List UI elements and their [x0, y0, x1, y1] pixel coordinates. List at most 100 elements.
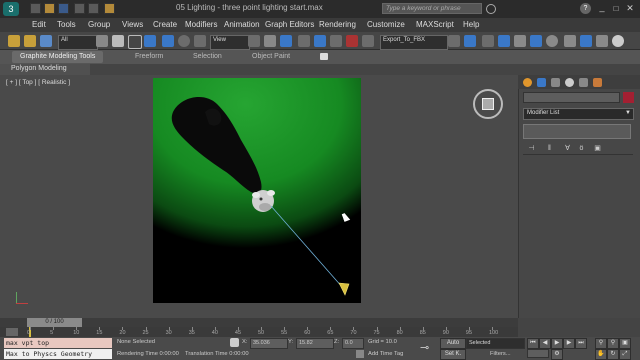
search-input[interactable]: Type a keyword or phrase: [382, 3, 482, 14]
pan-icon[interactable]: ✋: [595, 349, 607, 360]
modifier-stack[interactable]: [523, 124, 631, 139]
time-slider[interactable]: 0 / 100: [0, 318, 518, 327]
snaps-toggle-icon[interactable]: [298, 35, 310, 47]
selection-filter-dropdown[interactable]: All: [58, 35, 98, 50]
make-unique-icon[interactable]: ∀: [563, 144, 572, 153]
render-teapot-icon[interactable]: [612, 35, 624, 47]
menu-edit[interactable]: Edit: [32, 20, 46, 29]
select-move-icon[interactable]: [162, 35, 174, 47]
current-frame-field[interactable]: [527, 349, 549, 358]
zoom-all-icon[interactable]: ⚲: [607, 338, 619, 349]
maximize-viewport-icon[interactable]: ⤢: [619, 349, 631, 360]
menu-rendering[interactable]: Rendering: [319, 20, 356, 29]
open-file-icon[interactable]: [44, 3, 55, 14]
menu-modifiers[interactable]: Modifiers: [185, 20, 217, 29]
menu-group[interactable]: Group: [88, 20, 110, 29]
window-crossing-icon[interactable]: [144, 35, 156, 47]
tab-object-paint[interactable]: Object Paint: [252, 53, 290, 60]
select-by-name-icon[interactable]: [112, 35, 124, 47]
pin-stack-icon[interactable]: ⊣: [527, 144, 536, 153]
viewcube[interactable]: [473, 89, 503, 119]
lock-selection-icon[interactable]: [230, 338, 239, 347]
angle-snap-icon[interactable]: [314, 35, 326, 47]
add-time-tag[interactable]: Add Time Tag: [368, 351, 403, 357]
show-end-result-icon[interactable]: ‖: [545, 144, 554, 153]
keyboard-shortcut-icon[interactable]: [280, 35, 292, 47]
display-tab-icon[interactable]: [579, 78, 588, 87]
modifier-list-dropdown[interactable]: Modifier List ▼: [523, 108, 634, 120]
rendered-frame-window-icon[interactable]: [580, 35, 592, 47]
create-tab-icon[interactable]: [523, 78, 532, 87]
tab-selection[interactable]: Selection: [193, 53, 222, 60]
select-rotate-icon[interactable]: [178, 35, 190, 47]
remove-modifier-icon[interactable]: ö: [577, 144, 586, 153]
ribbon-panel-polygon-modeling[interactable]: Polygon Modeling: [11, 65, 67, 72]
app-logo-icon[interactable]: 3: [3, 2, 19, 16]
project-folder-icon[interactable]: [104, 3, 115, 14]
maxscript-listener-line[interactable]: max vpt top: [4, 338, 112, 348]
x-coordinate-field[interactable]: 35.036: [250, 338, 288, 349]
time-configuration-button[interactable]: ⚙: [551, 349, 563, 360]
reference-coordinate-dropdown[interactable]: View: [210, 35, 250, 50]
graphite-toggle-icon[interactable]: [498, 35, 510, 47]
help-icon[interactable]: ?: [580, 3, 591, 14]
mirror-icon[interactable]: [448, 35, 460, 47]
unlink-icon[interactable]: [40, 35, 52, 47]
time-slider-handle[interactable]: 0 / 100: [27, 318, 82, 327]
spinner-snap-icon[interactable]: [346, 35, 358, 47]
redo-icon[interactable]: [88, 3, 99, 14]
select-object-icon[interactable]: [96, 35, 108, 47]
binoculars-icon[interactable]: [486, 4, 496, 14]
zoom-extents-icon[interactable]: ▣: [619, 338, 631, 349]
utilities-tab-icon[interactable]: [593, 78, 602, 87]
hierarchy-tab-icon[interactable]: [551, 78, 560, 87]
percent-snap-icon[interactable]: [330, 35, 342, 47]
maxscript-listener-output[interactable]: Max to Physcs Geometry: [4, 349, 112, 359]
layer-manager-icon[interactable]: [482, 35, 494, 47]
object-color-swatch[interactable]: [623, 92, 634, 103]
menu-graph-editors[interactable]: Graph Editors: [265, 20, 314, 29]
tab-freeform[interactable]: Freeform: [135, 53, 163, 60]
go-to-end-button[interactable]: ⏭: [575, 338, 587, 349]
menu-customize[interactable]: Customize: [367, 20, 405, 29]
new-file-icon[interactable]: [30, 3, 41, 14]
object-name-field[interactable]: [523, 92, 620, 103]
select-scale-icon[interactable]: [194, 35, 206, 47]
tab-graphite-modeling-tools[interactable]: Graphite Modeling Tools: [12, 51, 104, 63]
motion-tab-icon[interactable]: [565, 78, 574, 87]
rectangular-selection-icon[interactable]: [128, 35, 142, 49]
menu-help[interactable]: Help: [463, 20, 479, 29]
configure-modifier-sets-icon[interactable]: ▣: [593, 144, 602, 153]
auto-key-button[interactable]: Auto: [440, 338, 466, 349]
key-icon[interactable]: ⊸: [420, 340, 434, 356]
align-icon[interactable]: [464, 35, 476, 47]
schematic-view-icon[interactable]: [530, 35, 542, 47]
add-time-tag-icon[interactable]: [356, 350, 364, 358]
viewport-safe-frame[interactable]: [153, 78, 361, 303]
select-manipulate-icon[interactable]: [264, 35, 276, 47]
zoom-icon[interactable]: ⚲: [595, 338, 607, 349]
viewport-label[interactable]: [ + ] [ Top ] [ Realistic ]: [6, 79, 70, 86]
link-icon[interactable]: [24, 35, 36, 47]
ribbon-options-icon[interactable]: [320, 53, 328, 60]
key-mode-dropdown[interactable]: Selected: [466, 338, 525, 349]
y-coordinate-field[interactable]: 15.82: [296, 338, 334, 349]
close-button[interactable]: ✕: [624, 3, 636, 14]
viewcube-face[interactable]: [482, 98, 494, 110]
orbit-icon[interactable]: ↻: [607, 349, 619, 360]
undo-icon[interactable]: [8, 35, 20, 47]
menu-tools[interactable]: Tools: [57, 20, 76, 29]
menu-animation[interactable]: Animation: [224, 20, 260, 29]
go-to-start-button[interactable]: ⏮: [527, 338, 539, 349]
set-key-button[interactable]: Set K.: [440, 349, 466, 360]
previous-frame-button[interactable]: ◀: [539, 338, 551, 349]
minimize-button[interactable]: _: [596, 3, 608, 14]
menu-views[interactable]: Views: [122, 20, 143, 29]
curve-editor-icon[interactable]: [514, 35, 526, 47]
named-selection-dropdown[interactable]: Export_To_FBX: [380, 35, 448, 50]
render-production-icon[interactable]: [596, 35, 608, 47]
render-setup-icon[interactable]: [564, 35, 576, 47]
track-bar[interactable]: 0 5 10 15 20 25 30 35 40 45 50 55 60 65 70 75 80 85 90 95 10…: [0, 327, 518, 337]
pivot-center-icon[interactable]: [248, 35, 260, 47]
play-button[interactable]: ▶: [551, 338, 563, 349]
